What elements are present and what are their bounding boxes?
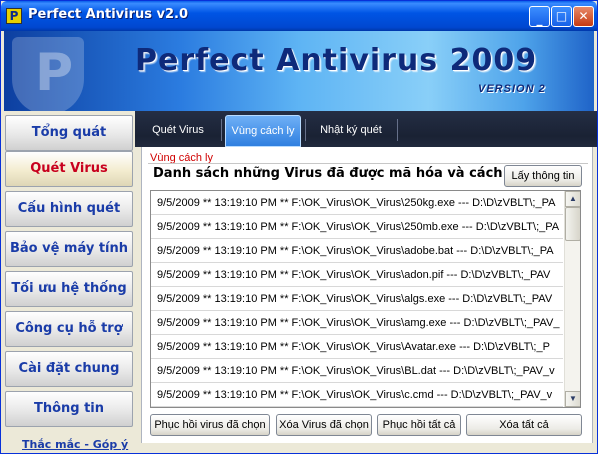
- quarantine-panel: Vùng cách ly Danh sách những Virus đã đư…: [141, 147, 593, 443]
- tab-quarantine[interactable]: Vùng cách ly: [225, 115, 301, 147]
- delete-selected-button[interactable]: Xóa Virus đã chọn: [276, 414, 372, 436]
- header-banner: P Perfect Antivirus 2009 VERSION 2: [4, 31, 594, 111]
- app-window: P Perfect Antivirus v2.0 _ □ ✕ P Perfect…: [0, 0, 598, 454]
- tab-divider: [221, 119, 222, 141]
- list-item[interactable]: 9/5/2009 ** 13:19:10 PM ** F:\OK_Virus\O…: [151, 383, 563, 407]
- minimize-button[interactable]: _: [529, 6, 550, 27]
- scroll-thumb[interactable]: [565, 207, 580, 241]
- banner-title: Perfect Antivirus 2009: [135, 43, 538, 78]
- tab-scan-log[interactable]: Nhật ký quét: [307, 115, 395, 147]
- delete-all-button[interactable]: Xóa tất cả: [466, 414, 582, 436]
- window-title: Perfect Antivirus v2.0: [28, 7, 189, 22]
- maximize-button[interactable]: □: [551, 6, 572, 27]
- sidebar-item-scan-virus[interactable]: Quét Virus: [5, 151, 133, 187]
- sidebar-item-protection[interactable]: Bảo vệ máy tính: [5, 231, 133, 267]
- sidebar-item-overview[interactable]: Tổng quát: [5, 115, 133, 151]
- get-info-button[interactable]: Lấy thông tin: [504, 165, 582, 187]
- restore-selected-button[interactable]: Phục hồi virus đã chọn: [150, 414, 270, 436]
- tab-bar: Quét Virus Vùng cách ly Nhật ký quét: [135, 111, 597, 147]
- minimize-icon: _: [536, 12, 543, 26]
- title-bar[interactable]: P Perfect Antivirus v2.0 _ □ ✕: [1, 1, 597, 31]
- list-item[interactable]: 9/5/2009 ** 13:19:10 PM ** F:\OK_Virus\O…: [151, 311, 563, 335]
- sidebar-item-scan-config[interactable]: Cấu hình quét: [5, 191, 133, 227]
- section-divider: [148, 163, 588, 164]
- tab-scan-virus[interactable]: Quét Virus: [139, 115, 217, 147]
- scroll-up-icon[interactable]: ▲: [565, 191, 580, 207]
- list-item[interactable]: 9/5/2009 ** 13:19:10 PM ** F:\OK_Virus\O…: [151, 263, 563, 287]
- app-logo-icon: P: [6, 8, 22, 24]
- tab-divider: [305, 119, 306, 141]
- restore-all-button[interactable]: Phục hồi tất cả: [377, 414, 461, 436]
- tab-divider: [397, 119, 398, 141]
- banner-version: VERSION 2: [478, 83, 546, 95]
- list-item[interactable]: 9/5/2009 ** 13:19:10 PM ** F:\OK_Virus\O…: [151, 359, 563, 383]
- sidebar-item-info[interactable]: Thông tin: [5, 391, 133, 427]
- close-icon: ✕: [578, 9, 589, 23]
- feedback-link[interactable]: Thắc mắc - Góp ý: [22, 438, 128, 451]
- close-button[interactable]: ✕: [573, 6, 594, 27]
- maximize-icon: □: [555, 9, 568, 23]
- shield-letter: P: [35, 43, 74, 103]
- sidebar: Tổng quát Quét Virus Cấu hình quét Bảo v…: [4, 111, 134, 451]
- list-item[interactable]: 9/5/2009 ** 13:19:10 PM ** F:\OK_Virus\O…: [151, 287, 563, 311]
- list-item[interactable]: 9/5/2009 ** 13:19:10 PM ** F:\OK_Virus\O…: [151, 191, 563, 215]
- quarantine-list[interactable]: 9/5/2009 ** 13:19:10 PM ** F:\OK_Virus\O…: [150, 190, 581, 408]
- sidebar-item-optimize[interactable]: Tối ưu hệ thống: [5, 271, 133, 307]
- list-item[interactable]: 9/5/2009 ** 13:19:10 PM ** F:\OK_Virus\O…: [151, 239, 563, 263]
- list-item[interactable]: 9/5/2009 ** 13:19:10 PM ** F:\OK_Virus\O…: [151, 335, 563, 359]
- sidebar-item-tools[interactable]: Công cụ hỗ trợ: [5, 311, 133, 347]
- vertical-scrollbar[interactable]: ▲ ▼: [564, 191, 580, 407]
- scroll-down-icon[interactable]: ▼: [565, 391, 580, 407]
- section-description: Danh sách những Virus đã được mã hóa và …: [153, 166, 520, 181]
- list-item[interactable]: 9/5/2009 ** 13:19:10 PM ** F:\OK_Virus\O…: [151, 215, 563, 239]
- sidebar-item-settings[interactable]: Cài đặt chung: [5, 351, 133, 387]
